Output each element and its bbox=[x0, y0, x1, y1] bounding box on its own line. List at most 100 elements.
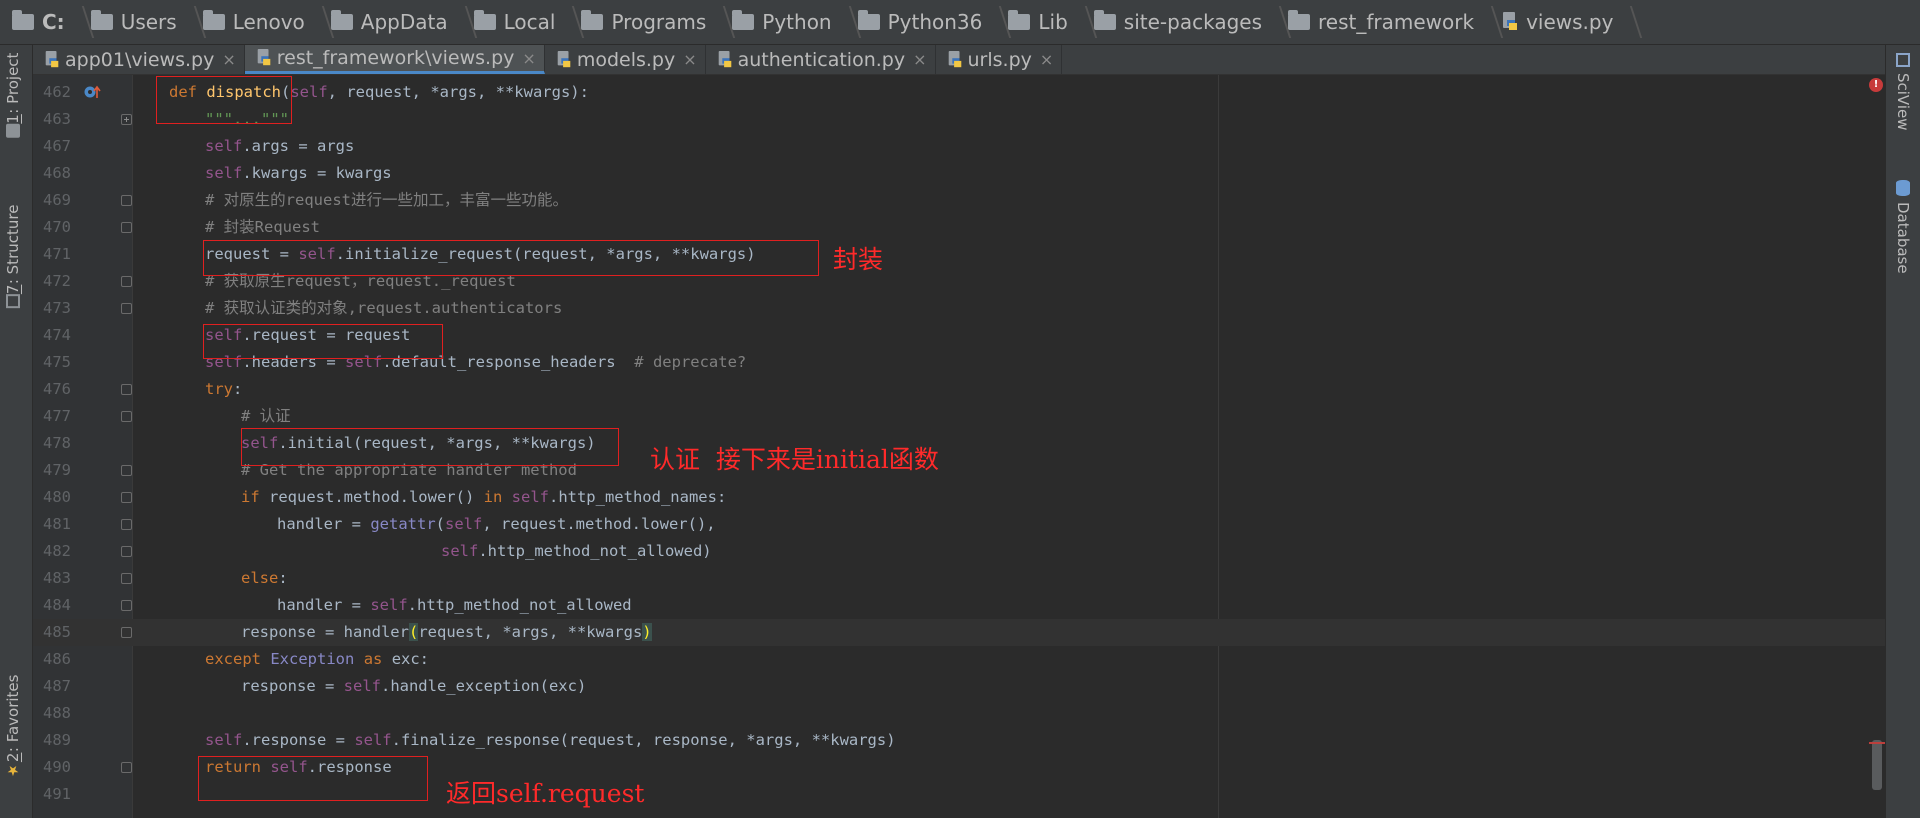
breadcrumb-item[interactable]: Programs bbox=[581, 0, 728, 45]
collapse-fold-icon[interactable] bbox=[121, 384, 132, 395]
python-file-icon bbox=[555, 50, 573, 70]
close-icon[interactable]: × bbox=[683, 50, 696, 69]
error-indicator-icon[interactable]: ! bbox=[1869, 78, 1883, 92]
breadcrumb-separator bbox=[840, 0, 854, 45]
collapse-fold-icon[interactable] bbox=[121, 411, 132, 422]
breadcrumb-item[interactable]: Lenovo bbox=[202, 0, 327, 45]
breadcrumb-item[interactable]: rest_framework bbox=[1288, 0, 1496, 45]
collapse-fold-icon[interactable] bbox=[121, 465, 132, 476]
line-number: 463 bbox=[43, 110, 71, 128]
code-text: response = self.handle_exception(exc) bbox=[241, 677, 587, 695]
folder-icon bbox=[202, 10, 225, 30]
code-line[interactable]: 482 self.http_method_not_allowed) bbox=[33, 538, 1885, 565]
sciview-icon bbox=[1896, 53, 1910, 67]
line-number: 462 bbox=[43, 83, 71, 101]
breadcrumb-separator bbox=[563, 0, 577, 45]
collapse-fold-icon[interactable] bbox=[121, 546, 132, 557]
breadcrumb-label: Lib bbox=[1038, 10, 1068, 34]
close-icon[interactable]: × bbox=[222, 50, 235, 69]
close-icon[interactable]: × bbox=[1040, 50, 1053, 69]
breadcrumb-label: site-packages bbox=[1123, 10, 1262, 34]
code-text: self.kwargs = kwargs bbox=[205, 164, 392, 182]
code-line[interactable]: 489 self.response = self.finalize_respons… bbox=[33, 727, 1885, 754]
code-line[interactable]: 467 self.args = args bbox=[33, 133, 1885, 160]
code-line[interactable]: 473 # 获取认证类的对象,request.authenticators bbox=[33, 295, 1885, 322]
line-number: 480 bbox=[43, 488, 71, 506]
close-icon[interactable]: × bbox=[913, 50, 926, 69]
line-number: 474 bbox=[43, 326, 71, 344]
code-text: try: bbox=[205, 380, 243, 398]
code-line[interactable]: 476 try: bbox=[33, 376, 1885, 403]
code-line[interactable]: 481 handler = getattr(self, request.metho… bbox=[33, 511, 1885, 538]
breadcrumb-separator bbox=[990, 0, 1004, 45]
breadcrumb-item[interactable]: Python36 bbox=[857, 0, 1005, 45]
code-line[interactable]: 488 bbox=[33, 700, 1885, 727]
editor-scrollbar[interactable] bbox=[1869, 75, 1885, 818]
code-text: except Exception as exc: bbox=[205, 650, 430, 668]
database-label: Database bbox=[1894, 202, 1912, 274]
line-number: 473 bbox=[43, 299, 71, 317]
tool-window-project[interactable]: 1: Project bbox=[4, 53, 22, 144]
code-line[interactable]: 477 # 认证 bbox=[33, 403, 1885, 430]
expand-fold-icon[interactable] bbox=[121, 114, 132, 125]
code-line[interactable]: 483 else: bbox=[33, 565, 1885, 592]
code-line[interactable]: 487 response = self.handle_exception(exc) bbox=[33, 673, 1885, 700]
collapse-fold-icon[interactable] bbox=[121, 303, 132, 314]
favorites-label: : Favorites bbox=[4, 675, 22, 753]
breadcrumb-item[interactable]: site-packages bbox=[1093, 0, 1284, 45]
folder-icon bbox=[330, 10, 353, 30]
tool-window-database[interactable]: Database bbox=[1894, 180, 1912, 274]
structure-label: : Structure bbox=[4, 205, 22, 285]
editor-tab[interactable]: rest_framework\views.py × bbox=[244, 45, 545, 74]
editor-tab[interactable]: app01\views.py × bbox=[33, 45, 245, 74]
code-line[interactable]: 470 # 封装Request bbox=[33, 214, 1885, 241]
code-line[interactable]: 463 """...""" bbox=[33, 106, 1885, 133]
collapse-fold-icon[interactable] bbox=[121, 195, 132, 206]
breadcrumb-item[interactable]: views.py bbox=[1500, 0, 1635, 45]
code-line[interactable]: 469 # 对原生的request进行一些加工，丰富一些功能。 bbox=[33, 187, 1885, 214]
code-line[interactable]: 480 if request.method.lower() in self.htt… bbox=[33, 484, 1885, 511]
line-number: 490 bbox=[43, 758, 71, 776]
collapse-fold-icon[interactable] bbox=[121, 573, 132, 584]
editor-tab[interactable]: authentication.py × bbox=[706, 45, 936, 74]
breadcrumb-item[interactable]: AppData bbox=[330, 0, 470, 45]
collapse-fold-icon[interactable] bbox=[121, 276, 132, 287]
breadcrumb-label: Local bbox=[503, 10, 556, 34]
tool-window-sciview[interactable]: SciView bbox=[1894, 53, 1912, 131]
code-line[interactable]: 468 self.kwargs = kwargs bbox=[33, 160, 1885, 187]
collapse-fold-icon[interactable] bbox=[121, 492, 132, 503]
editor-tab[interactable]: urls.py × bbox=[936, 45, 1063, 74]
line-number: 482 bbox=[43, 542, 71, 560]
error-stripe-mark[interactable] bbox=[1869, 742, 1885, 744]
breadcrumb-item[interactable]: Users bbox=[90, 0, 199, 45]
collapse-fold-icon[interactable] bbox=[121, 519, 132, 530]
line-number: 468 bbox=[43, 164, 71, 182]
breadcrumb-item[interactable]: Local bbox=[473, 0, 578, 45]
editor-tab[interactable]: models.py × bbox=[545, 45, 706, 74]
collapse-fold-icon[interactable] bbox=[121, 222, 132, 233]
override-method-icon[interactable] bbox=[83, 83, 101, 101]
scrollbar-thumb[interactable] bbox=[1872, 740, 1882, 790]
breadcrumb-separator bbox=[73, 0, 87, 45]
code-line[interactable]: 485 response = handler(request, *args, **… bbox=[33, 619, 1885, 646]
breadcrumb-item[interactable]: Lib bbox=[1008, 0, 1089, 45]
breadcrumb-item[interactable]: Python bbox=[732, 0, 853, 45]
annotation-box-initialize-request bbox=[203, 240, 819, 276]
code-line[interactable]: 484 handler = self.http_method_not_allowe… bbox=[33, 592, 1885, 619]
code-line[interactable]: 462 def dispatch(self, request, *args, **… bbox=[33, 79, 1885, 106]
annotation-box-dispatch bbox=[156, 76, 292, 124]
breadcrumb-label: rest_framework bbox=[1318, 10, 1475, 34]
collapse-fold-icon[interactable] bbox=[121, 762, 132, 773]
tool-window-favorites[interactable]: ★ 2: Favorites bbox=[4, 675, 22, 784]
structure-icon bbox=[6, 294, 20, 309]
breadcrumb-separator bbox=[456, 0, 470, 45]
close-icon[interactable]: × bbox=[522, 49, 535, 68]
python-file-icon bbox=[1500, 11, 1520, 33]
breadcrumb-item[interactable]: C: bbox=[12, 0, 87, 45]
collapse-fold-icon[interactable] bbox=[121, 600, 132, 611]
code-line[interactable]: 486 except Exception as exc: bbox=[33, 646, 1885, 673]
breadcrumb-label: Lenovo bbox=[232, 10, 305, 34]
tool-window-structure[interactable]: 7: Structure bbox=[4, 205, 22, 314]
code-text: # 认证 bbox=[241, 407, 291, 425]
collapse-fold-icon[interactable] bbox=[121, 627, 132, 638]
